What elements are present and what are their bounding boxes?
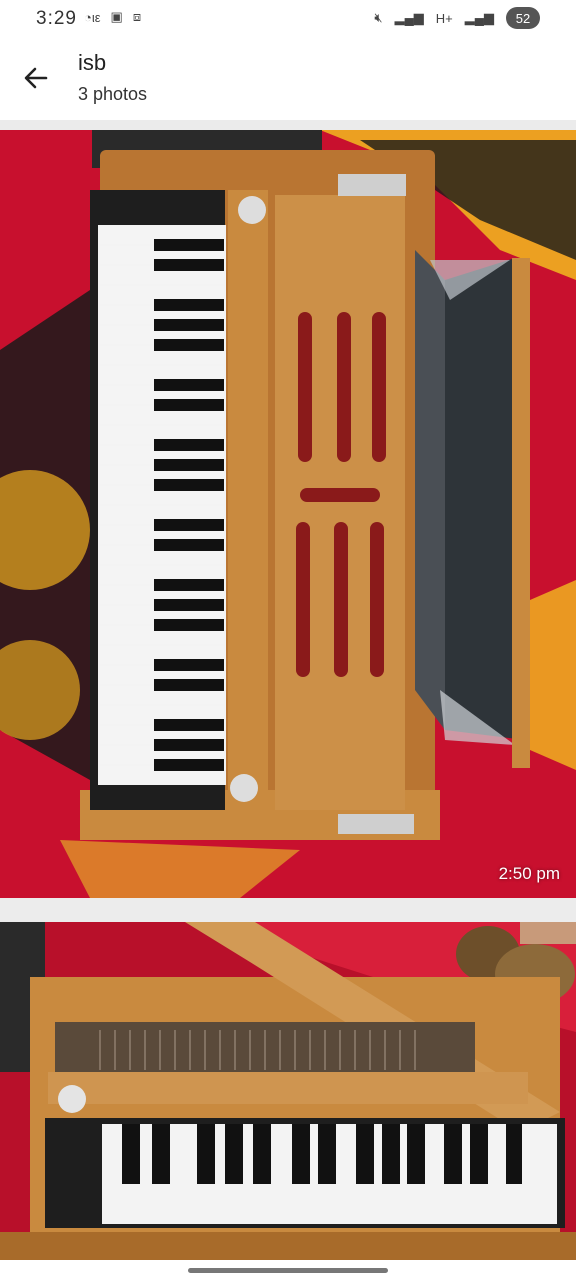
black-key [154,379,224,391]
status-left-icons: ◔ιε ▣ ⧈ [84,9,141,25]
black-key [154,299,224,311]
harmonium-top-view-image [0,130,576,898]
harmonium-open-view-image [0,922,576,1260]
black-key [154,319,224,331]
black-key [154,739,224,751]
black-key [154,259,224,271]
black-key [154,759,224,771]
black-key [154,679,224,691]
battery-icon: 52 [506,7,540,29]
photo-2[interactable] [0,922,576,1260]
black-key [154,579,224,591]
status-right-icons: 🔇︎ ▂▄▆ H+ ▂▄▆ 52 [374,7,540,29]
black-key [154,479,224,491]
black-key [154,539,224,551]
signal-icon: ▂▄▆ [394,10,424,25]
screen-record-icon: ⧈ [132,9,142,24]
black-key [154,719,224,731]
photo-timestamp: 2:50 pm [498,864,560,883]
black-key [154,619,224,631]
sim-data-icon: ▣ [110,9,123,24]
photo-1[interactable] [0,130,576,898]
app-bar: isb 3 photos [0,38,576,120]
navigation-bar [0,1260,576,1280]
mute-icon: 🔇︎ [374,10,383,25]
black-key [154,519,224,531]
black-key [154,439,224,451]
photo-divider [0,898,576,922]
signal-icon-2: ▂▄▆ [464,10,494,25]
gesture-handle[interactable] [188,1268,388,1273]
black-key [154,239,224,251]
album-title: isb [78,50,107,75]
black-key [154,399,224,411]
album-subtitle: 3 photos [78,84,148,104]
status-bar: 3:29 ◔ιε ▣ ⧈ 🔇︎ ▂▄▆ H+ ▂▄▆ 52 [0,0,576,38]
black-key [154,339,224,351]
black-key [154,659,224,671]
lte-icon: H+ [435,10,453,26]
volte-icon: ◔ιε [84,9,101,25]
back-button[interactable] [18,60,54,96]
black-key [154,459,224,471]
black-key [154,599,224,611]
arrow-left-icon [24,67,48,89]
status-time: 3:29 [36,8,77,29]
